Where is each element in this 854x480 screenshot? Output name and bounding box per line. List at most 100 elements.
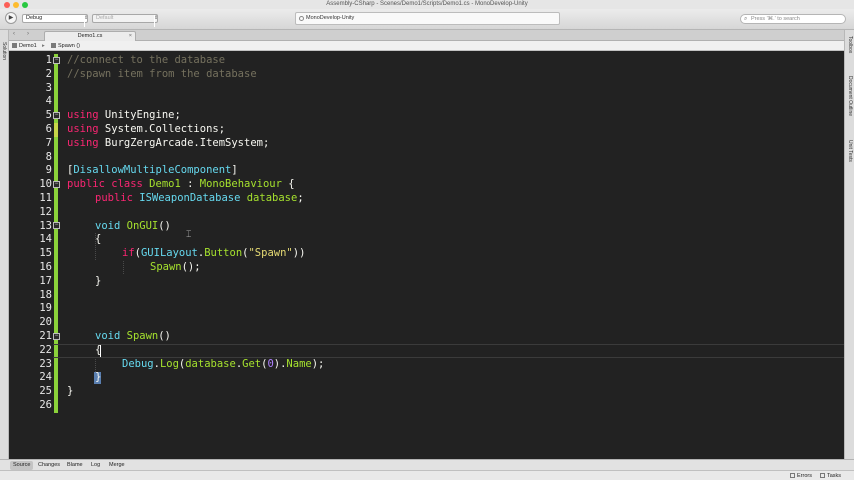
code-line-7: using BurgZergArcade.ItemSystem; <box>67 136 270 149</box>
tab-source[interactable]: Source <box>10 461 34 470</box>
right-pad: Toolbox Document Outline Unit Tests <box>844 30 854 460</box>
line-number: 23 <box>39 357 52 370</box>
main-toolbar: ▶ Debug ⇕ Default ⇕ MonoDevelop-Unity ⌕ Pr… <box>0 9 854 30</box>
select-caret-icon: ⇕ <box>154 15 158 27</box>
fold-toggle-icon[interactable]: − <box>53 333 60 340</box>
line-number: 17 <box>39 274 52 287</box>
line-number: 26 <box>39 399 52 411</box>
code-line-1: //connect to the database <box>67 54 226 66</box>
status-bar: Errors Tasks <box>0 470 854 480</box>
current-line-highlight <box>53 343 844 358</box>
tab-demo1-cs[interactable]: Demo1.cs × <box>44 31 136 41</box>
code-line-5: using UnityEngine; <box>67 109 181 122</box>
left-pad: Solution <box>0 30 9 460</box>
play-icon: ▶ <box>8 15 14 21</box>
class-icon <box>12 43 17 48</box>
search-input[interactable]: ⌕ Press '⌘.' to search <box>740 14 846 24</box>
close-tab-icon[interactable]: × <box>129 32 132 41</box>
line-number: 11 <box>39 192 52 204</box>
line-number: 3 <box>45 81 52 94</box>
line-number: 5 <box>45 109 52 122</box>
tab-merge[interactable]: Merge <box>106 461 128 470</box>
line-number: 21 <box>39 330 52 342</box>
line-number: 14 <box>39 233 52 246</box>
line-number: 13 <box>39 219 52 232</box>
line-number: 12 <box>39 205 52 218</box>
window-titlebar: Assembly-CSharp - Scenes/Demo1/Scripts/D… <box>0 0 854 9</box>
line-number: 25 <box>39 385 52 398</box>
line-number: 9 <box>45 164 52 177</box>
tab-blame[interactable]: Blame <box>64 461 86 470</box>
status-display: MonoDevelop-Unity <box>295 12 560 25</box>
code-line-21: void Spawn() <box>95 330 171 342</box>
chevron-left-icon[interactable]: ‹ <box>13 31 15 37</box>
code-line-22: { <box>95 343 102 356</box>
breadcrumb-file[interactable]: Demo1 <box>12 41 37 51</box>
fold-toggle-icon[interactable]: − <box>53 181 60 188</box>
code-line-17: } <box>95 274 102 287</box>
status-icon <box>299 16 304 21</box>
select-caret-icon: ⇕ <box>84 15 88 27</box>
line-number: 8 <box>45 150 52 163</box>
line-number: 15 <box>39 247 52 260</box>
line-number: 1 <box>45 54 52 66</box>
line-number: 20 <box>39 316 52 329</box>
line-number: 19 <box>39 302 52 315</box>
code-line-9: [DisallowMultipleComponent] <box>67 164 238 177</box>
mouse-ibeam-icon: ⌶ <box>186 229 192 239</box>
run-button[interactable]: ▶ <box>5 12 17 24</box>
line-number: 10 <box>39 178 52 191</box>
fold-toggle-icon[interactable]: − <box>53 57 60 64</box>
tasks-icon <box>820 473 825 478</box>
fold-toggle-icon[interactable]: − <box>53 112 60 119</box>
minimize-window-button[interactable] <box>13 2 19 8</box>
zoom-window-button[interactable] <box>22 2 28 8</box>
errors-pad-button[interactable]: Errors <box>790 471 812 480</box>
code-line-23: Debug.Log(database.Get(0).Name); <box>122 357 325 370</box>
line-number: 6 <box>45 123 52 135</box>
close-window-button[interactable] <box>4 2 10 8</box>
platform-select[interactable]: Default ⇕ <box>92 14 158 27</box>
line-number-gutter: 1 2 3 4 5 6 7 8 9 10 11 12 13 14 15 16 1… <box>9 51 53 459</box>
code-line-13: void OnGUI() <box>95 219 171 232</box>
code-line-16: Spawn(); <box>150 261 201 273</box>
document-outline-pad-tab[interactable]: Document Outline <box>847 76 853 116</box>
indent-guide <box>123 261 124 274</box>
line-number: 24 <box>39 371 52 384</box>
errors-icon <box>790 473 795 478</box>
breadcrumb-separator-icon: ▸ <box>42 43 45 49</box>
breadcrumb: Demo1 ▸ Spawn () <box>9 41 844 51</box>
tasks-pad-button[interactable]: Tasks <box>820 471 841 480</box>
code-line-14: { <box>95 233 102 246</box>
code-line-11: public ISWeaponDatabase database; <box>95 192 304 204</box>
code-editor[interactable]: 1 2 3 4 5 6 7 8 9 10 11 12 13 14 15 16 1… <box>9 51 844 459</box>
code-line-10: public class Demo1 : MonoBehaviour { <box>67 178 295 191</box>
version-control-tabs: Source Changes Blame Log Merge <box>0 459 854 470</box>
fold-toggle-icon[interactable]: − <box>53 222 60 229</box>
toolbox-pad-tab[interactable]: Toolbox <box>847 36 853 53</box>
chevron-right-icon[interactable]: › <box>27 31 29 37</box>
code-line-15: if(GUILayout.Button("Spawn")) <box>122 247 306 260</box>
tab-log[interactable]: Log <box>88 461 103 470</box>
configuration-select[interactable]: Debug ⇕ <box>22 14 88 27</box>
unit-tests-pad-tab[interactable]: Unit Tests <box>847 140 853 162</box>
line-number: 22 <box>39 343 52 356</box>
tab-changes[interactable]: Changes <box>35 461 63 470</box>
line-number: 7 <box>45 136 52 149</box>
solution-pad-tab[interactable]: Solution <box>1 42 7 60</box>
code-line-2: //spawn item from the database <box>67 67 257 80</box>
line-number: 16 <box>39 261 52 273</box>
line-number: 4 <box>45 95 52 108</box>
code-line-24: } <box>95 371 102 384</box>
window-title: Assembly-CSharp - Scenes/Demo1/Scripts/D… <box>326 1 528 7</box>
line-number: 18 <box>39 288 52 301</box>
code-line-25: } <box>67 385 74 398</box>
breadcrumb-member[interactable]: Spawn () <box>51 41 80 51</box>
change-marker <box>54 123 58 137</box>
method-icon <box>51 43 56 48</box>
change-marker <box>54 136 58 413</box>
line-number: 2 <box>45 67 52 80</box>
code-line-6: using System.Collections; <box>67 123 226 135</box>
document-tab-strip: ‹ › Demo1.cs × <box>9 30 844 41</box>
search-icon: ⌕ <box>744 16 748 22</box>
